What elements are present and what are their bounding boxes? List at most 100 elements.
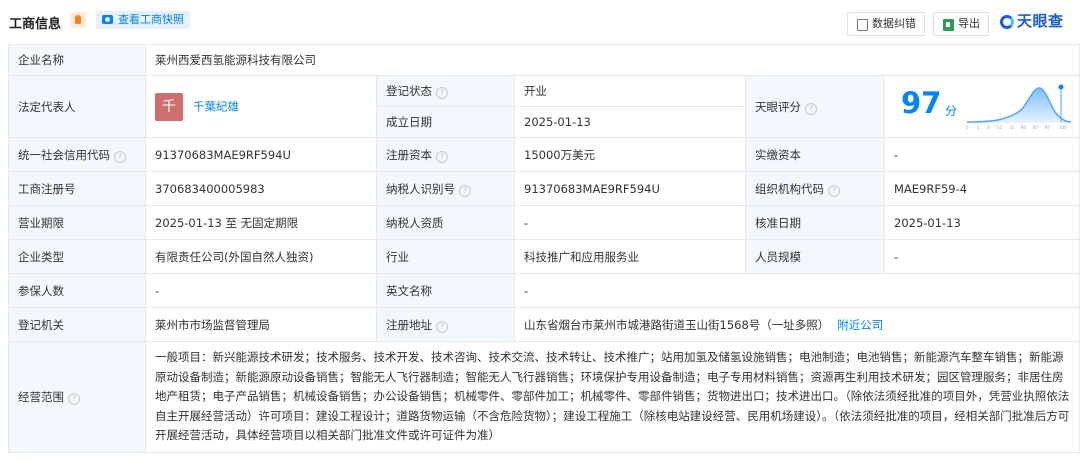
table-row: 登记机关 莱州市市场监督管理局 注册地址? 山东省烟台市莱州市城港路街道玉山街1…: [8, 307, 1080, 342]
data-correction-button[interactable]: 数据纠错: [847, 12, 925, 36]
table-row: 企业名称 莱州西爱西氢能源科技有限公司: [8, 44, 1080, 76]
svg-text:60: 60: [1021, 125, 1027, 130]
export-icon: [943, 19, 954, 31]
svg-text:15: 15: [997, 125, 1003, 130]
credit-code-label: 统一社会信用代码: [18, 147, 110, 162]
avatar[interactable]: 千: [155, 92, 183, 121]
legal-rep-label: 法定代表人: [8, 75, 146, 138]
paid-capital: -: [884, 137, 1080, 172]
business-info-table: 企业名称 莱州西爱西氢能源科技有限公司 法定代表人 千千葉紀雄 登记状态? 开业…: [8, 44, 1080, 453]
help-icon[interactable]: ?: [436, 320, 448, 333]
org-code-label-cell: 组织机构代码?: [745, 171, 885, 206]
address-cell: 山东省烟台市莱州市城港路街道玉山街1568号（一址多照） 附近公司: [514, 307, 1080, 342]
org-code-label: 组织机构代码: [755, 181, 824, 196]
business-scope: 一般项目：新兴能源技术研发；技术服务、技术开发、技术咨询、技术交流、技术转让、技…: [145, 341, 1080, 453]
svg-text:0: 0: [966, 125, 969, 130]
approve-date: 2025-01-13: [884, 205, 1080, 240]
rating-label-cell: 天眼评分?: [745, 75, 885, 138]
reg-no: 370683400005983: [145, 171, 377, 206]
rating-widget[interactable]: 97 分 0 1 3 15 35 60 87 97 100: [885, 79, 1079, 134]
help-icon[interactable]: ?: [459, 184, 471, 197]
view-snapshot-button[interactable]: 查看工商快照: [96, 11, 190, 29]
scope-label: 经营范围: [18, 390, 64, 404]
found-date-label: 成立日期: [376, 106, 515, 138]
reg-capital-label-cell: 注册资本?: [376, 137, 515, 172]
svg-text:35: 35: [1009, 125, 1015, 130]
table-row: 法定代表人 千千葉紀雄 登记状态? 开业 天眼评分? 97 分 0 1 3 15…: [8, 75, 1080, 138]
table-row: 工商注册号 370683400005983 纳税人识别号? 91370683MA…: [8, 171, 1080, 206]
rating-unit: 分: [945, 104, 958, 118]
authority: 莱州市市场监督管理局: [145, 307, 377, 342]
rating-score: 97: [901, 86, 942, 120]
legal-rep-link[interactable]: 千葉紀雄: [193, 99, 239, 113]
svg-text:87: 87: [1033, 125, 1039, 130]
help-icon[interactable]: ?: [436, 150, 448, 163]
svg-text:100: 100: [1059, 125, 1067, 130]
svg-text:97: 97: [1045, 125, 1051, 130]
edit-icon: [857, 19, 868, 31]
rating-cell[interactable]: 97 分 0 1 3 15 35 60 87 97 100: [884, 75, 1080, 138]
tax-id-label: 纳税人识别号: [386, 181, 455, 196]
tax-qual: -: [514, 205, 746, 240]
help-icon[interactable]: ?: [436, 87, 448, 99]
brand-name: 天眼查: [1017, 12, 1064, 30]
rating-distribution-chart: 0 1 3 15 35 60 87 97 100: [966, 84, 1072, 130]
help-icon[interactable]: ?: [114, 150, 126, 163]
term: 2025-01-13 至 无固定期限: [145, 205, 377, 240]
credit-code-label-cell: 统一社会信用代码?: [8, 137, 146, 172]
company-type: 有限责任公司(外国自然人独资): [145, 239, 377, 274]
view-snapshot-label: 查看工商快照: [118, 13, 184, 26]
tianyancha-logo-icon: [1000, 15, 1014, 29]
address: 山东省烟台市莱州市城港路街道玉山街1568号（一址多照）: [524, 317, 830, 332]
table-row: 经营范围? 一般项目：新兴能源技术研发；技术服务、技术开发、技术咨询、技术交流、…: [8, 341, 1080, 453]
reg-status-label: 登记状态: [386, 84, 432, 98]
reg-status-label-cell: 登记状态?: [376, 75, 515, 107]
export-button[interactable]: 导出: [933, 12, 989, 36]
en-name: -: [514, 273, 1080, 308]
scope-label-cell: 经营范围?: [8, 341, 146, 453]
address-label: 注册地址: [386, 317, 432, 332]
help-icon[interactable]: ?: [828, 184, 840, 197]
credit-code: 91370683MAE9RF594U: [145, 137, 377, 172]
company-name-label: 企业名称: [8, 44, 146, 76]
section-title: 工商信息: [9, 17, 62, 32]
help-icon[interactable]: ?: [68, 393, 80, 405]
en-name-label: 英文名称: [376, 273, 515, 308]
staff: -: [884, 239, 1080, 274]
industry: 科技推广和应用服务业: [514, 239, 746, 274]
tax-qual-label: 纳税人资质: [376, 205, 515, 240]
insured-label: 参保人数: [8, 273, 146, 308]
rating-label: 天眼评分: [755, 99, 801, 114]
reg-status: 开业: [514, 75, 746, 107]
insured: -: [145, 273, 377, 308]
svg-text:3: 3: [987, 125, 990, 130]
authority-label: 登记机关: [8, 307, 146, 342]
address-label-cell: 注册地址?: [376, 307, 515, 342]
table-row: 企业类型 有限责任公司(外国自然人独资) 行业 科技推广和应用服务业 人员规模 …: [8, 239, 1080, 274]
table-row: 参保人数 - 英文名称 -: [8, 273, 1080, 308]
found-date: 2025-01-13: [514, 106, 746, 138]
tax-id: 91370683MAE9RF594U: [514, 171, 746, 206]
table-row: 统一社会信用代码? 91370683MAE9RF594U 注册资本? 15000…: [8, 137, 1080, 172]
paid-capital-label: 实缴资本: [745, 137, 885, 172]
header: 工商信息 查看工商快照 数据纠错 导出 天眼查: [0, 0, 1080, 40]
legal-rep-cell: 千千葉紀雄: [145, 75, 377, 138]
staff-label: 人员规模: [745, 239, 885, 274]
tax-id-label-cell: 纳税人识别号?: [376, 171, 515, 206]
nearby-companies-link[interactable]: 附近公司: [837, 318, 883, 332]
table-row: 营业期限 2025-01-13 至 无固定期限 纳税人资质 - 核准日期 202…: [8, 205, 1080, 240]
export-label: 导出: [958, 17, 980, 30]
camera-icon: [102, 15, 113, 24]
reg-capital-label: 注册资本: [386, 147, 432, 162]
reg-capital: 15000万美元: [514, 137, 746, 172]
org-code: MAE9RF59-4: [884, 171, 1080, 206]
svg-text:1: 1: [977, 125, 980, 130]
brand-logo[interactable]: 天眼查: [1000, 10, 1064, 31]
company-name: 莱州西爱西氢能源科技有限公司: [145, 44, 1080, 76]
industry-label: 行业: [376, 239, 515, 274]
term-label: 营业期限: [8, 205, 146, 240]
help-icon[interactable]: ?: [805, 102, 817, 115]
approve-date-label: 核准日期: [745, 205, 885, 240]
notice-badge-icon[interactable]: [70, 12, 86, 28]
reg-no-label: 工商注册号: [8, 171, 146, 206]
